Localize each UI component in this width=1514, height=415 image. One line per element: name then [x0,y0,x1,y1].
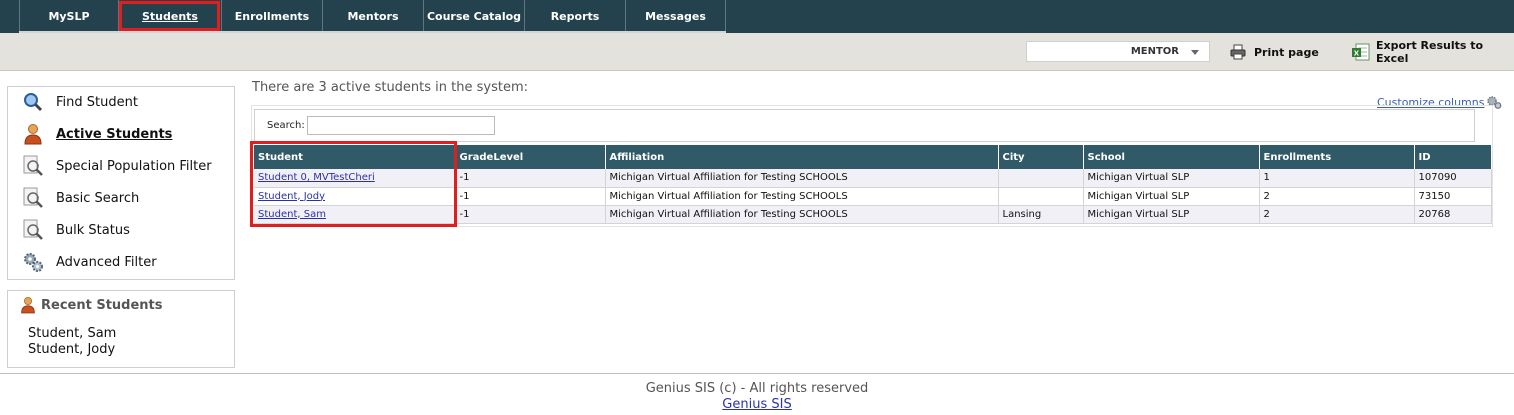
cell-id: 107090 [1414,169,1492,188]
footer-link-container: Genius SIS [0,397,1514,412]
column-header-school[interactable]: School [1083,145,1260,169]
tab-students[interactable]: Students [119,0,222,33]
column-header-gradelevel[interactable]: GradeLevel [455,145,606,169]
cell-school: Michigan Virtual SLP [1083,169,1260,188]
search-bar: Search: [254,109,1475,142]
sidebar-item-bulk-status[interactable]: Bulk Status [22,219,130,241]
svg-text:X: X [1354,50,1360,58]
magnifier-icon [22,91,44,113]
recent-student-link[interactable]: Student, Jody [28,342,115,357]
footer-copyright: Genius SIS (c) - All rights reserved [645,381,869,396]
tab-myslp[interactable]: MySLP [19,0,119,33]
table-row: Student, Sam -1 Michigan Virtual Affilia… [254,205,1492,224]
search-input[interactable] [307,116,495,135]
sidebar-menu: Find Student Active Students Special Pop… [7,86,235,280]
table-row: Student, Jody -1 Michigan Virtual Affili… [254,187,1492,206]
cell-gradelevel: -1 [455,205,606,224]
student-link[interactable]: Student, Sam [258,209,326,220]
print-page-button[interactable]: Print page [1230,43,1319,61]
export-excel-button[interactable]: X Export Results to Excel [1352,39,1514,65]
role-select[interactable]: MENTOR [1026,41,1210,62]
gear-icon [1487,96,1502,109]
column-header-id[interactable]: ID [1414,145,1492,169]
toolbar: MENTOR Print page X Export Results to Ex… [0,33,1514,71]
gears-icon [22,251,44,273]
students-table: Student GradeLevel Affiliation City Scho… [254,145,1492,224]
sidebar-item-special-population-filter[interactable]: Special Population Filter [22,155,212,177]
chevron-down-icon [1191,50,1199,55]
tab-reports[interactable]: Reports [525,0,626,33]
cell-city [998,187,1084,206]
cell-student: Student, Jody [254,187,456,206]
top-nav: MySLP Students Enrollments Mentors Cours… [0,0,1514,33]
customize-columns-link[interactable]: Customize columns [1377,95,1502,109]
cell-affiliation: Michigan Virtual Affiliation for Testing… [605,187,999,206]
tab-course-catalog[interactable]: Course Catalog [424,0,525,33]
cell-student: Student, Sam [254,205,456,224]
cell-id: 73150 [1414,187,1492,206]
cell-city: Lansing [998,205,1084,224]
cell-enrollments: 2 [1259,187,1415,206]
cell-school: Michigan Virtual SLP [1083,187,1260,206]
active-students-summary: There are 3 active students in the syste… [252,80,529,95]
tab-enrollments[interactable]: Enrollments [222,0,323,33]
document-search-icon [22,155,44,177]
person-icon [22,123,44,145]
cell-id: 20768 [1414,205,1492,224]
sidebar-item-active-students[interactable]: Active Students [22,123,172,145]
cell-affiliation: Michigan Virtual Affiliation for Testing… [605,169,999,188]
column-header-city[interactable]: City [998,145,1084,169]
table-header-row: Student GradeLevel Affiliation City Scho… [254,145,1492,169]
genius-sis-link[interactable]: Genius SIS [722,397,791,412]
cell-gradelevel: -1 [455,187,606,206]
document-search-icon [22,187,44,209]
excel-icon: X [1352,43,1370,61]
sidebar-item-basic-search[interactable]: Basic Search [22,187,139,209]
column-header-affiliation[interactable]: Affiliation [605,145,999,169]
sidebar-item-advanced-filter[interactable]: Advanced Filter [22,251,157,273]
cell-school: Michigan Virtual SLP [1083,205,1260,224]
sidebar-item-find-student[interactable]: Find Student [22,91,138,113]
recent-student-link[interactable]: Student, Sam [28,326,116,341]
cell-gradelevel: -1 [455,169,606,188]
footer-divider [0,373,1514,374]
printer-icon [1230,44,1246,60]
cell-city [998,169,1084,188]
person-icon [21,297,35,314]
recent-students-panel: Recent Students Student, Sam Student, Jo… [7,290,235,368]
tab-mentors[interactable]: Mentors [323,0,424,33]
tab-messages[interactable]: Messages [626,0,726,33]
document-search-icon [22,219,44,241]
cell-student: Student 0, MVTestCheri [254,169,456,188]
cell-affiliation: Michigan Virtual Affiliation for Testing… [605,205,999,224]
table-row: Student 0, MVTestCheri -1 Michigan Virtu… [254,169,1492,188]
column-header-student[interactable]: Student [254,145,456,169]
search-label: Search: [267,120,305,131]
recent-students-title: Recent Students [20,296,163,314]
student-link[interactable]: Student, Jody [258,191,325,202]
cell-enrollments: 1 [1259,169,1415,188]
student-link[interactable]: Student 0, MVTestCheri [258,172,375,183]
cell-enrollments: 2 [1259,205,1415,224]
column-header-enrollments[interactable]: Enrollments [1259,145,1415,169]
